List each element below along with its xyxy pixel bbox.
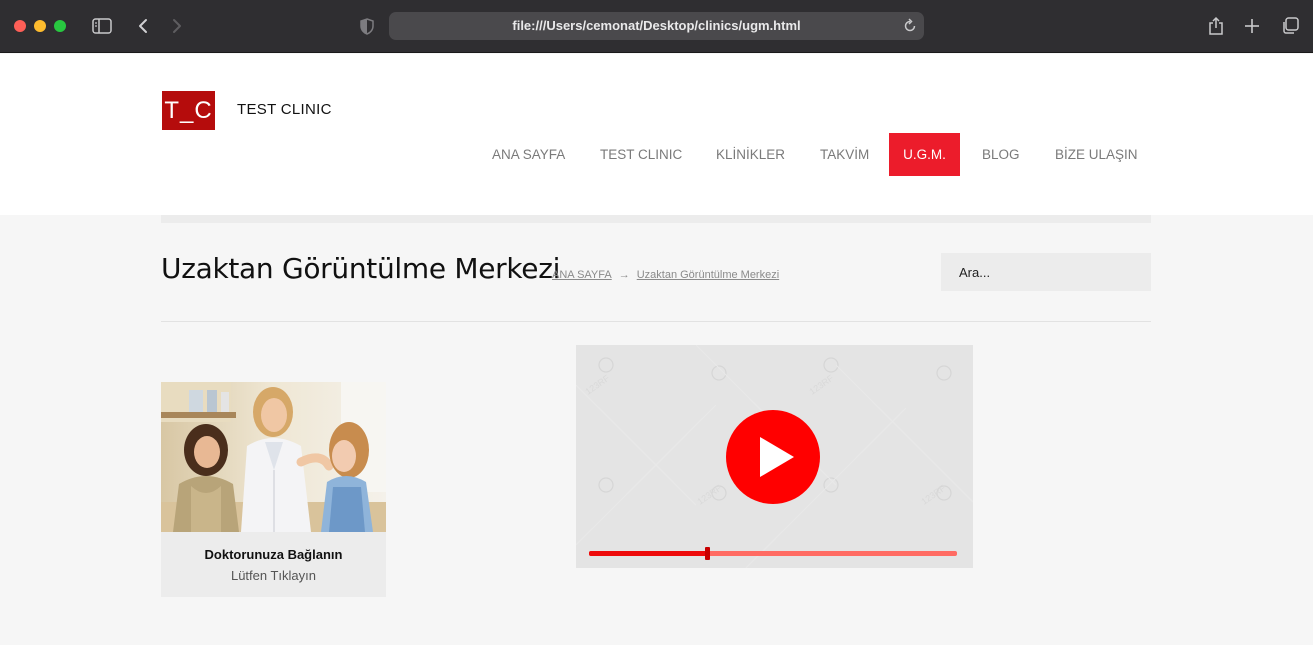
content-divider (161, 321, 1151, 322)
doctor-consultation-photo[interactable] (161, 382, 386, 532)
video-progress-bar[interactable] (589, 547, 957, 560)
breadcrumb-arrow-icon: → (618, 269, 630, 281)
site-logo[interactable]: T_C (162, 91, 215, 130)
video-progress-handle[interactable] (704, 547, 710, 560)
breadcrumb-current-link[interactable]: Uzaktan Görüntülme Merkezi (637, 269, 779, 281)
new-tab-icon[interactable] (1242, 15, 1262, 37)
address-bar[interactable]: file:///Users/cemonat/Desktop/clinics/ug… (389, 12, 924, 40)
search-input[interactable] (941, 253, 1151, 291)
url-text: file:///Users/cemonat/Desktop/clinics/ug… (512, 18, 801, 33)
reload-icon[interactable] (902, 16, 918, 41)
header-divider-strip (161, 215, 1151, 223)
page-title: Uzaktan Görüntülme Merkezi (161, 252, 561, 285)
svg-text:123RF: 123RF (919, 483, 947, 507)
back-arrow-icon[interactable] (135, 15, 151, 37)
video-player[interactable]: 123RF 123RF 123RF 123RF (576, 345, 973, 568)
connect-doctor-card[interactable]: Doktorunuza Bağlanın Lütfen Tıklayın (161, 382, 386, 597)
share-icon[interactable] (1206, 15, 1226, 37)
video-progress-fill (589, 551, 707, 556)
svg-text:123RF: 123RF (583, 373, 611, 397)
site-header: T_C TEST CLINIC ANA SAYFA TEST CLINIC KL… (0, 54, 1313, 215)
nav-item-test-clinic[interactable]: TEST CLINIC (585, 133, 697, 176)
play-icon (760, 437, 794, 477)
breadcrumb-home-link[interactable]: ANA SAYFA (552, 269, 612, 281)
browser-toolbar: file:///Users/cemonat/Desktop/clinics/ug… (0, 0, 1313, 53)
breadcrumb: ANA SAYFA → Uzaktan Görüntülme Merkezi (552, 269, 779, 281)
card-subtitle[interactable]: Lütfen Tıklayın (161, 568, 386, 583)
svg-text:123RF: 123RF (695, 483, 723, 507)
nav-item-blog[interactable]: BLOG (967, 133, 1035, 176)
nav-item-home[interactable]: ANA SAYFA (477, 133, 580, 176)
play-button[interactable] (726, 410, 820, 504)
sidebar-toggle-icon[interactable] (91, 15, 113, 37)
nav-item-calendar[interactable]: TAKVİM (805, 133, 884, 176)
privacy-shield-icon[interactable] (358, 15, 376, 37)
maximize-window-button[interactable] (54, 20, 66, 32)
site-name[interactable]: TEST CLINIC (237, 101, 332, 118)
nav-item-clinics[interactable]: KLİNİKLER (701, 133, 800, 176)
nav-item-contact[interactable]: BİZE ULAŞIN (1040, 133, 1153, 176)
minimize-window-button[interactable] (34, 20, 46, 32)
card-title[interactable]: Doktorunuza Bağlanın (161, 547, 386, 562)
tab-overview-icon[interactable] (1279, 15, 1301, 37)
close-window-button[interactable] (14, 20, 26, 32)
forward-arrow-icon[interactable] (169, 15, 185, 37)
nav-item-ugm[interactable]: U.G.M. (889, 133, 960, 176)
svg-text:123RF: 123RF (807, 373, 835, 397)
